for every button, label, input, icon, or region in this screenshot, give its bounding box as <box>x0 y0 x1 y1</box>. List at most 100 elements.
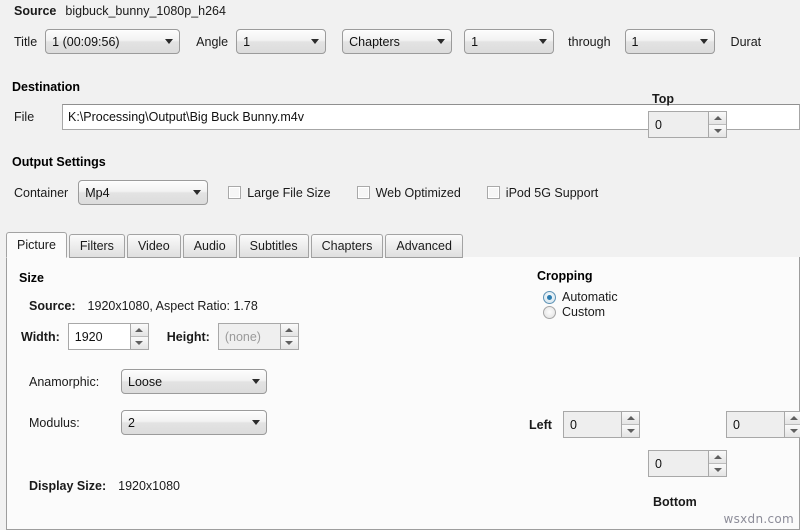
chevron-down-icon <box>252 420 260 425</box>
tab-advanced[interactable]: Advanced <box>385 234 463 258</box>
title-label: Title <box>14 34 38 49</box>
chevron-down-icon <box>539 39 548 44</box>
crop-left-increment-button[interactable] <box>622 412 639 424</box>
chevron-down-icon <box>699 39 708 44</box>
destination-section-title: Destination <box>12 80 81 94</box>
chevron-down-icon <box>165 39 174 44</box>
large-file-size-checkbox[interactable]: Large File Size <box>228 186 340 200</box>
caret-down-icon <box>626 429 635 433</box>
through-label: through <box>568 34 611 49</box>
radio-icon <box>543 305 556 319</box>
range-from-value: 1 <box>471 34 479 49</box>
caret-up-icon <box>713 455 722 459</box>
tab-filters[interactable]: Filters <box>68 234 125 258</box>
crop-left-stepper[interactable]: 0 <box>563 411 640 438</box>
width-input[interactable]: 1920 <box>67 323 130 350</box>
range-type-dropdown[interactable]: Chapters <box>342 29 453 54</box>
crop-top-label: Top <box>652 92 674 106</box>
crop-left-input[interactable]: 0 <box>563 411 621 438</box>
width-decrement-button[interactable] <box>130 336 148 349</box>
tab-bar: Picture Filters Video Audio Subtitles Ch… <box>6 232 800 258</box>
height-decrement-button[interactable] <box>280 336 298 349</box>
title-dropdown-value: 1 (00:09:56) <box>52 34 120 49</box>
crop-right-stepper-buttons[interactable] <box>784 411 800 438</box>
width-label: Width: <box>21 329 60 344</box>
width-stepper-buttons[interactable] <box>129 323 149 350</box>
modulus-label: Modulus: <box>29 415 80 430</box>
height-stepper-buttons[interactable] <box>279 323 299 350</box>
crop-left-stepper-buttons[interactable] <box>621 411 640 438</box>
title-dropdown[interactable]: 1 (00:09:56) <box>45 29 181 54</box>
cropping-section-title: Cropping <box>537 269 593 283</box>
tab-picture[interactable]: Picture <box>6 232 67 258</box>
range-to-dropdown[interactable]: 1 <box>624 29 715 54</box>
crop-left-decrement-button[interactable] <box>622 424 639 437</box>
angle-label: Angle <box>196 34 229 49</box>
radio-icon <box>543 290 556 304</box>
range-from-dropdown[interactable]: 1 <box>464 29 555 54</box>
height-input[interactable]: (none) <box>217 323 280 350</box>
cropping-automatic-radio[interactable]: Automatic <box>543 290 618 304</box>
height-stepper[interactable]: (none) <box>217 323 299 350</box>
anamorphic-row: Anamorphic: Loose <box>29 369 267 394</box>
crop-bottom-label: Bottom <box>653 495 697 509</box>
crop-right-decrement-button[interactable] <box>785 424 800 437</box>
source-size-value: 1920x1080, Aspect Ratio: 1.78 <box>87 299 258 313</box>
crop-bottom-increment-button[interactable] <box>709 451 726 463</box>
range-to-value: 1 <box>631 34 639 49</box>
size-section-title: Size <box>19 271 45 285</box>
modulus-dropdown-value: 2 <box>128 415 135 430</box>
cropping-mode-group: Automatic Custom <box>543 290 618 320</box>
tab-video[interactable]: Video <box>126 234 181 258</box>
crop-top-stepper[interactable]: 0 <box>648 111 727 138</box>
chevron-down-icon <box>193 190 202 195</box>
caret-up-icon <box>285 328 294 332</box>
crop-bottom-stepper-buttons[interactable] <box>708 450 727 477</box>
output-settings-row: Container Mp4 Large File Size Web Optimi… <box>14 180 608 205</box>
crop-top-decrement-button[interactable] <box>709 124 726 137</box>
web-optimized-checkbox[interactable]: Web Optimized <box>356 185 471 200</box>
container-dropdown[interactable]: Mp4 <box>78 180 209 205</box>
source-size-label: Source: <box>29 299 76 313</box>
output-settings-section-title: Output Settings <box>12 155 106 169</box>
title-row: Title 1 (00:09:56) Angle 1 Chapters 1 th… <box>14 29 769 54</box>
cropping-custom-radio[interactable]: Custom <box>543 305 618 319</box>
crop-top-increment-button[interactable] <box>709 112 726 124</box>
handbrake-window: Source bigbuck_bunny_1080p_h264 Title 1 … <box>0 0 800 530</box>
modulus-row: Modulus: 2 <box>29 410 267 435</box>
crop-right-input[interactable]: 0 <box>726 411 784 438</box>
width-stepper[interactable]: 1920 <box>67 323 149 350</box>
crop-bottom-input[interactable]: 0 <box>648 450 708 477</box>
source-row: Source bigbuck_bunny_1080p_h264 <box>14 4 226 18</box>
width-increment-button[interactable] <box>130 324 148 336</box>
modulus-dropdown[interactable]: 2 <box>121 410 267 435</box>
ipod-5g-support-label: iPod 5G Support <box>505 185 599 200</box>
height-increment-button[interactable] <box>280 324 298 336</box>
display-size-row: Display Size: 1920x1080 <box>29 479 180 493</box>
anamorphic-label: Anamorphic: <box>29 374 100 389</box>
tab-audio[interactable]: Audio <box>182 234 237 258</box>
angle-dropdown[interactable]: 1 <box>236 29 327 54</box>
source-label: Source <box>14 4 57 18</box>
crop-bottom-decrement-button[interactable] <box>709 463 726 476</box>
tab-subtitles[interactable]: Subtitles <box>238 234 309 258</box>
crop-right-increment-button[interactable] <box>785 412 800 424</box>
caret-up-icon <box>789 416 798 420</box>
display-size-label: Display Size: <box>29 479 107 493</box>
width-height-row: Width: 1920 Height: (none) <box>21 323 299 350</box>
caret-down-icon <box>789 429 798 433</box>
chevron-down-icon <box>252 379 260 384</box>
crop-top-input[interactable]: 0 <box>648 111 708 138</box>
web-optimized-label: Web Optimized <box>375 185 461 200</box>
angle-dropdown-value: 1 <box>243 34 251 49</box>
crop-bottom-stepper[interactable]: 0 <box>648 450 727 477</box>
ipod-5g-support-checkbox[interactable]: iPod 5G Support <box>486 185 608 200</box>
checkbox-icon <box>486 186 500 199</box>
range-type-value: Chapters <box>349 34 400 49</box>
output-checkbox-group: Large File Size Web Optimized iPod 5G Su… <box>228 186 608 200</box>
anamorphic-dropdown[interactable]: Loose <box>121 369 267 394</box>
cropping-automatic-label: Automatic <box>562 290 618 304</box>
tab-chapters[interactable]: Chapters <box>310 234 384 258</box>
crop-top-stepper-buttons[interactable] <box>708 111 727 138</box>
crop-right-stepper[interactable]: 0 <box>726 411 800 438</box>
